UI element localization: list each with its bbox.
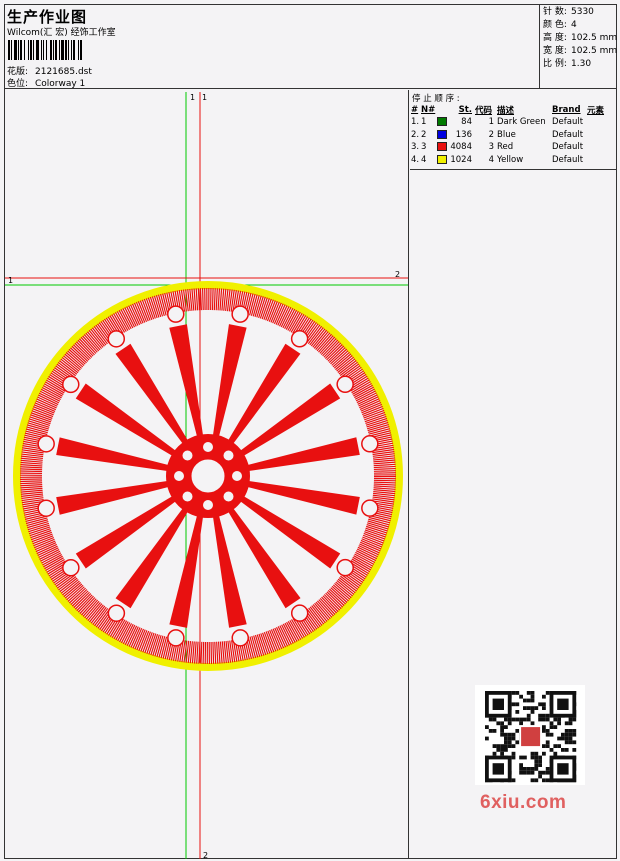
marker-bottom: 2	[203, 851, 208, 859]
color-cell-code: 3	[488, 142, 494, 153]
hub-hole	[203, 500, 213, 510]
hub-center	[190, 458, 226, 494]
stats-panel: 针 数: 5330 颜 色: 4 高 度: 102.5 mm 宽 度: 102.5 mm…	[543, 6, 618, 71]
ring-hole	[167, 629, 185, 647]
production-sheet: 生产作业图 Wilcom(汇 宏) 经饰工作室 花版: 2121685.dst 色…	[4, 4, 617, 859]
color-cell-desc: Blue	[497, 129, 516, 140]
color-swatch	[437, 154, 447, 164]
hub-hole	[174, 471, 184, 481]
color-cell-st: 84	[461, 117, 472, 128]
color-cell-n: 4	[421, 154, 427, 165]
color-cell-st: 1024	[450, 154, 472, 165]
color-cell-brand: Default	[552, 142, 584, 153]
embroidery-design: 1 1 1 2 2	[5, 92, 408, 859]
hub-hole	[232, 471, 242, 481]
hub-hole	[223, 491, 234, 502]
stat-stitches: 针 数: 5330	[543, 7, 594, 17]
ring-hole	[336, 558, 354, 577]
color-cell-idx: 3.	[411, 142, 420, 153]
color-swatch	[437, 129, 447, 139]
color-table: # N# St. 代码 描述 Brand 元素 1. 1 84 1 Dark Green…	[411, 104, 615, 166]
ring-hole	[107, 604, 126, 622]
ring-hole	[231, 305, 249, 323]
color-cell-code: 1	[488, 117, 494, 128]
color-cell-desc: Dark Green	[497, 117, 546, 128]
marker-green-top: 1	[190, 93, 195, 102]
color-cell-brand: Default	[552, 154, 584, 165]
color-cell-st: 136	[455, 129, 472, 140]
color-cell-idx: 1.	[411, 117, 420, 128]
stat-scale: 比 例: 1.30	[543, 59, 592, 69]
ring-hole	[37, 499, 55, 517]
color-cell-code: 2	[488, 129, 494, 140]
ring-hole	[361, 435, 379, 453]
color-cell-n: 2	[421, 129, 427, 140]
hub-hole	[203, 442, 213, 452]
colorway-line: 色位: Colorway 1	[7, 76, 85, 89]
qr-code-image	[485, 691, 577, 783]
ring-hole	[107, 330, 126, 348]
watermark: 6xiu.com	[480, 792, 567, 813]
hub-hole	[182, 450, 193, 461]
ring-hole	[167, 305, 185, 323]
marker-red-top: 1	[202, 93, 207, 102]
ring-hole	[231, 629, 249, 647]
color-cell-n: 3	[421, 142, 427, 153]
sheet-header: 生产作业图 Wilcom(汇 宏) 经饰工作室 花版: 2121685.dst 色…	[5, 5, 618, 89]
color-cell-brand: Default	[552, 129, 584, 140]
ring-hole	[37, 435, 55, 453]
color-cell-n: 1	[421, 117, 427, 128]
color-table-row: 4. 4 1024 4 Yellow Default	[411, 154, 615, 167]
marker-left: 1	[8, 276, 13, 285]
wheel-motif	[13, 281, 403, 671]
colorway-value: Colorway 1	[35, 79, 86, 89]
color-swatch	[437, 117, 447, 127]
stat-width: 宽 度: 102.5 mm	[543, 46, 618, 56]
ring-hole	[290, 604, 309, 622]
color-swatch	[437, 142, 447, 152]
color-cell-idx: 2.	[411, 129, 420, 140]
stop-sequence-panel: 停 止 顺 序 : # N# St. 代码 描述 Brand 元素 1. 1 84 1…	[410, 90, 616, 170]
ring-hole	[62, 375, 80, 394]
stat-colors: 颜 色: 4	[543, 20, 577, 30]
barcode	[8, 40, 143, 60]
design-canvas: 1 1 1 2 2	[5, 90, 409, 859]
color-table-header: # N# St. 代码 描述 Brand 元素	[411, 105, 605, 116]
color-cell-idx: 4.	[411, 154, 420, 165]
hub-hole	[223, 450, 234, 461]
color-cell-desc: Yellow	[497, 154, 524, 165]
ring-hole	[290, 330, 309, 348]
qr-code	[475, 685, 585, 785]
ring-hole	[336, 375, 354, 394]
page-title: 生产作业图	[7, 8, 88, 26]
colorway-label: 色位:	[7, 79, 29, 89]
color-table-row: 3. 3 4084 3 Red Default	[411, 141, 615, 154]
color-table-row: 1. 1 84 1 Dark Green Default	[411, 116, 615, 129]
stop-sequence-label: 停 止 顺 序 :	[412, 94, 460, 104]
color-table-row: 2. 2 136 2 Blue Default	[411, 129, 615, 142]
hub-hole	[182, 491, 193, 502]
studio-name: Wilcom(汇 宏) 经饰工作室	[7, 28, 116, 38]
color-cell-desc: Red	[497, 142, 514, 153]
header-info: 生产作业图 Wilcom(汇 宏) 经饰工作室 花版: 2121685.dst 色…	[5, 5, 540, 89]
stat-height: 高 度: 102.5 mm	[543, 33, 618, 43]
color-cell-st: 4084	[450, 142, 472, 153]
ring-hole	[62, 558, 80, 577]
ring-hole	[361, 499, 379, 517]
color-cell-code: 4	[488, 154, 494, 165]
color-cell-brand: Default	[552, 117, 584, 128]
marker-right: 2	[395, 270, 400, 279]
